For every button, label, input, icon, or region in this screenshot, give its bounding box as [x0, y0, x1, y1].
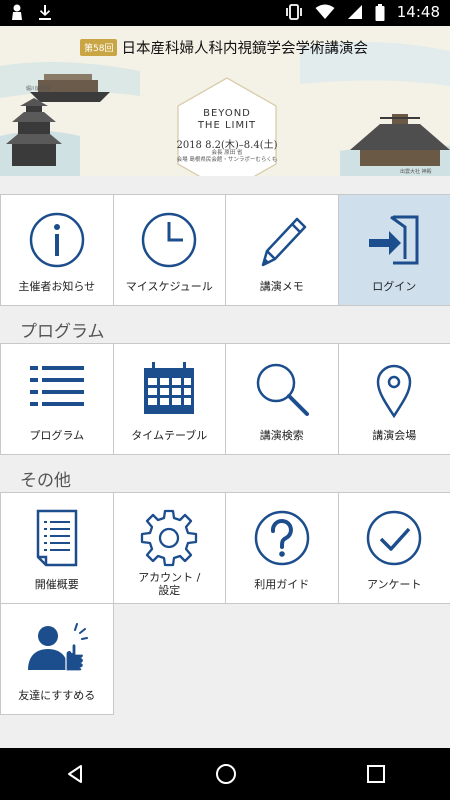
lecture-memo-tile[interactable]: 講演メモ: [225, 194, 339, 306]
tile-label: 利用ガイド: [254, 578, 310, 591]
tile-label: アンケート: [366, 578, 422, 591]
tile-label: 主催者お知らせ: [18, 280, 96, 293]
tile-label: 開催概要: [34, 578, 79, 591]
edition-badge: 第58回: [80, 39, 118, 56]
shrine-illustration: [350, 114, 450, 166]
clock-icon: [142, 212, 197, 268]
conference-venue: 会長 原田 省 会場 島根県民会館・サンラポーむらくも: [176, 150, 278, 163]
gear-icon: [141, 509, 198, 567]
survey-tile[interactable]: アンケート: [337, 492, 450, 604]
notices-tile[interactable]: 主催者お知らせ: [0, 194, 114, 306]
tile-label: 友達にすすめる: [18, 689, 96, 702]
my-schedule-tile[interactable]: マイスケジュール: [112, 194, 226, 306]
tile-label: ログイン: [372, 280, 417, 293]
tile-label: 講演会場: [372, 429, 417, 442]
conference-title: 日本産科婦人科内視鏡学会学術講演会: [121, 41, 368, 57]
tile-label: プログラム: [29, 429, 85, 442]
notification-icon: [12, 4, 22, 20]
lecture-search-tile[interactable]: 講演検索: [225, 343, 339, 455]
home-icon[interactable]: [215, 763, 237, 785]
clock-time: 14:48: [396, 3, 440, 21]
info-icon: [29, 212, 84, 268]
login-tile[interactable]: ログイン: [337, 194, 450, 306]
battery-icon: [375, 3, 385, 21]
calendar-icon: [144, 362, 195, 414]
lecture-venue-tile[interactable]: 講演会場: [337, 343, 450, 455]
back-icon[interactable]: [64, 763, 86, 785]
tile-label: マイスケジュール: [125, 280, 213, 293]
boat-caption: 堀川遊覧船: [26, 86, 52, 92]
program-tile[interactable]: プログラム: [0, 343, 114, 455]
check-icon: [367, 510, 422, 566]
signal-icon: [347, 5, 362, 19]
shrine-caption: 出雲大社 神殿: [400, 169, 432, 175]
timetable-tile[interactable]: タイムテーブル: [112, 343, 226, 455]
conference-motto: BEYOND THE LIMIT: [197, 108, 257, 131]
account-settings-tile[interactable]: アカウント / 設定: [112, 492, 226, 604]
map-pin-icon: [376, 364, 412, 419]
vibrate-icon: [285, 4, 302, 20]
recommend-friends-tile[interactable]: 友達にすすめる: [0, 603, 114, 715]
tile-label: 講演検索: [259, 429, 304, 442]
recommend-icon: [27, 623, 88, 672]
conference-banner: 第58回 日本産科婦人科内視鏡学会学術講演会 BEYOND THE LIMIT …: [0, 26, 450, 176]
program-grid: プログラム タイムテーブル 講演検索 講演会場: [0, 343, 450, 455]
section-title-other: その他: [20, 471, 71, 491]
navigation-bar: [0, 748, 450, 800]
search-icon: [256, 363, 309, 416]
download-icon: [39, 5, 51, 20]
top-menu-grid: 主催者お知らせ マイスケジュール 講演メモ ログイン: [0, 194, 450, 306]
list-icon: [29, 366, 84, 406]
tile-label: タイムテーブル: [131, 429, 208, 442]
tile-label: アカウント / 設定: [138, 571, 201, 597]
usage-guide-tile[interactable]: 利用ガイド: [225, 492, 339, 604]
help-icon: [254, 510, 309, 566]
pencil-icon: [261, 217, 306, 267]
tile-label: 講演メモ: [259, 280, 304, 293]
other-grid: 開催概要 アカウント / 設定 利用ガイド アンケート 友達にすすめる: [0, 492, 450, 715]
section-title-program: プログラム: [20, 322, 105, 342]
recent-apps-icon[interactable]: [366, 764, 386, 784]
status-bar: 14:48: [0, 0, 450, 26]
document-icon: [36, 509, 77, 567]
login-icon: [369, 215, 419, 265]
wifi-icon: [315, 4, 335, 19]
conference-dates: 2018 8.2(木)–8.4(土): [176, 140, 278, 151]
overview-tile[interactable]: 開催概要: [0, 492, 114, 604]
